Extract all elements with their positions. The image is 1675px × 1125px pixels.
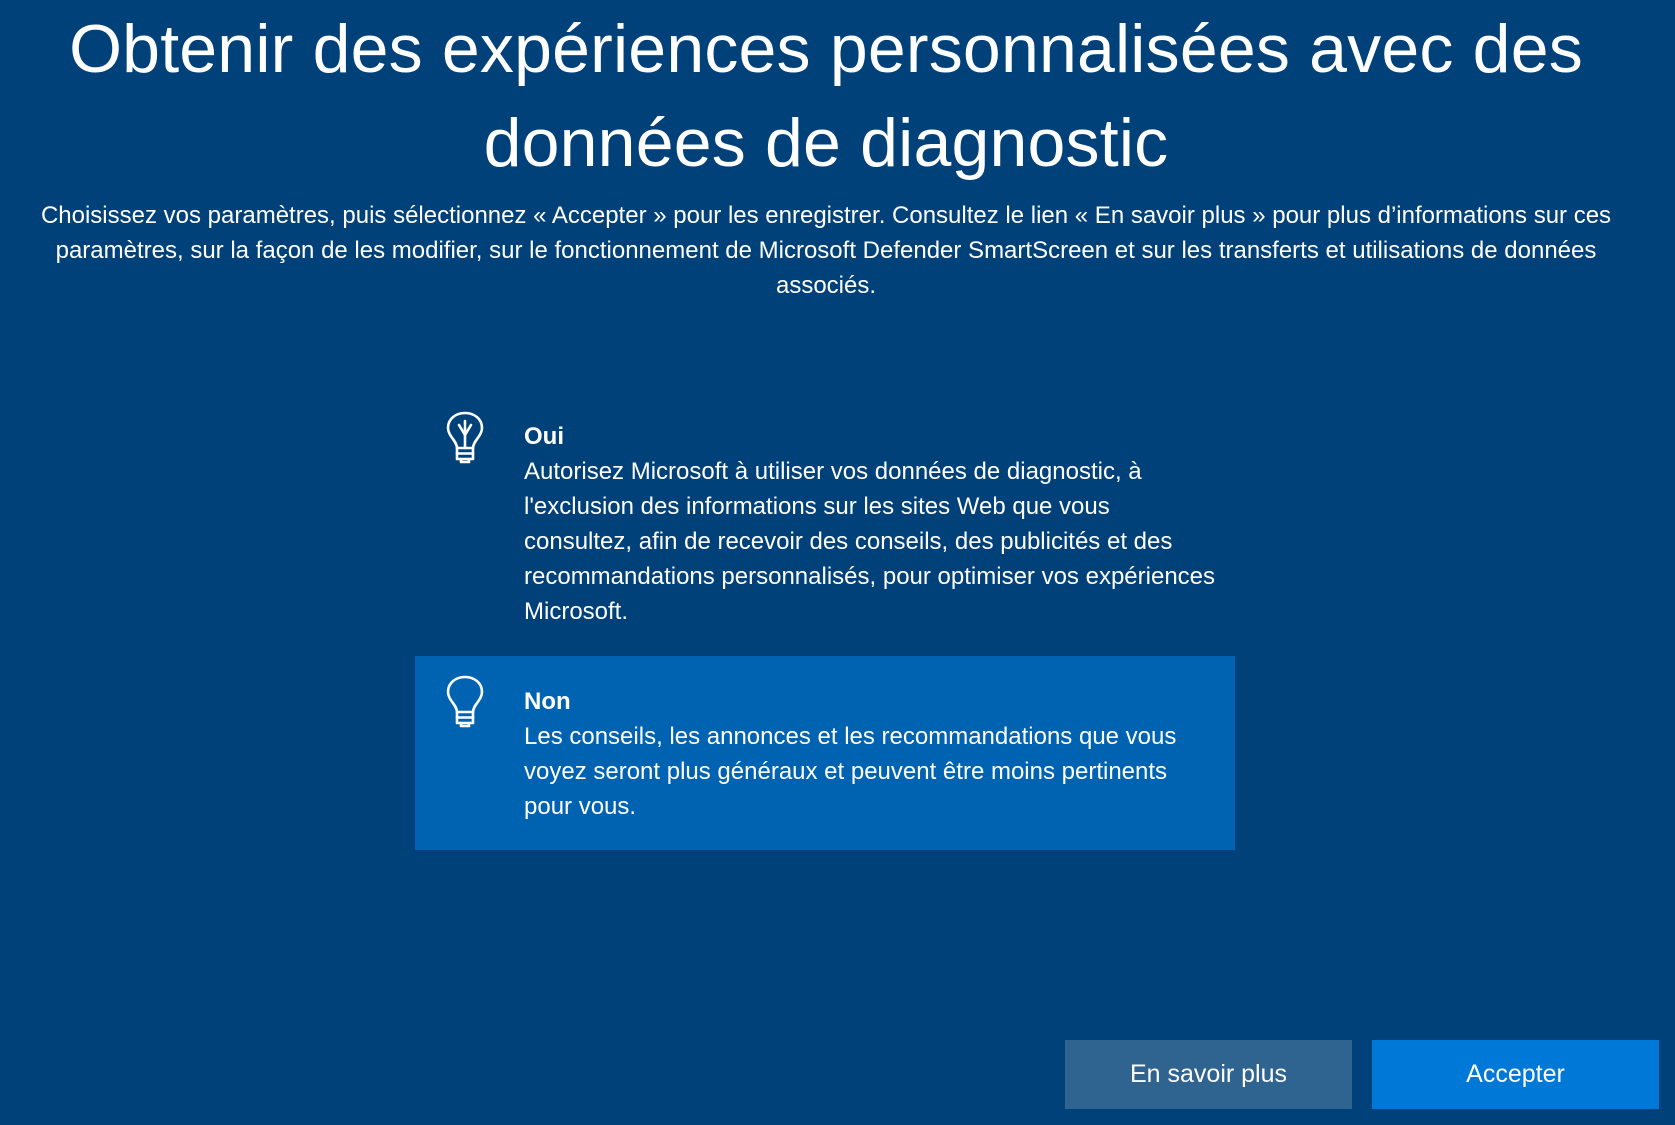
page-title-line-1: Obtenir des expériences personnalisées a… — [69, 11, 1583, 87]
option-no-title: Non — [524, 688, 571, 715]
page-title: Obtenir des expériences personnalisées a… — [0, 2, 1652, 190]
option-yes-title: Oui — [524, 423, 564, 450]
learn-more-button[interactable]: En savoir plus — [1065, 1040, 1352, 1109]
page-description: Choisissez vos paramètres, puis sélectio… — [40, 202, 1612, 299]
option-yes[interactable]: Oui Autorisez Microsoft à utiliser vos d… — [415, 397, 1235, 637]
option-no[interactable]: Non Les conseils, les annonces et les re… — [415, 656, 1235, 850]
accept-button[interactable]: Accepter — [1372, 1040, 1659, 1109]
option-no-description: Les conseils, les annonces et les recomm… — [524, 723, 1177, 820]
option-yes-description: Autorisez Microsoft à utiliser vos donné… — [524, 458, 1216, 625]
lightbulb-on-icon — [446, 411, 484, 464]
page-title-line-2: données de diagnostic — [483, 105, 1169, 181]
lightbulb-off-icon — [446, 675, 484, 728]
